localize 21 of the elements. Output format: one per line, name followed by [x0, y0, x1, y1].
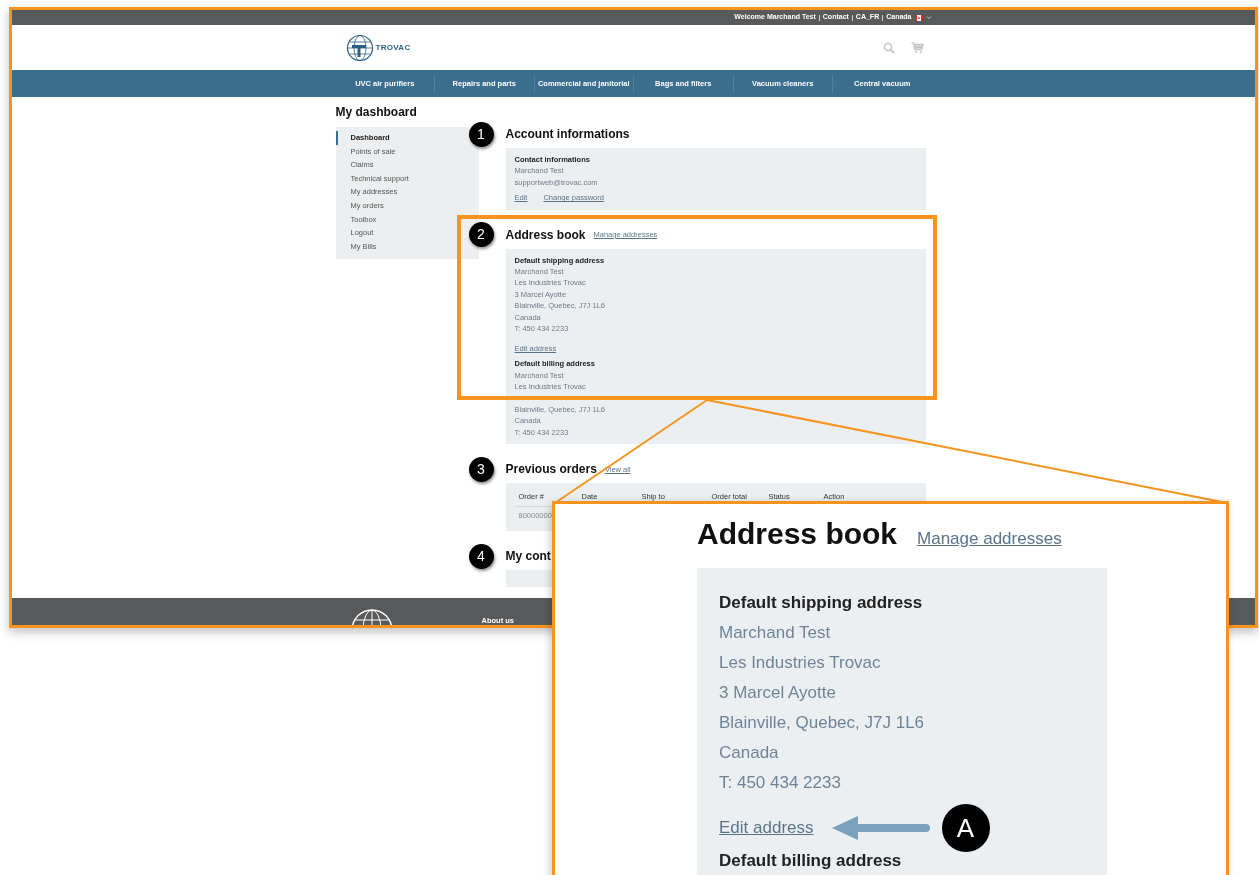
logo[interactable]: TROVAC — [345, 33, 411, 62]
section-title: Address book — [505, 226, 586, 244]
card-heading: Default billing address — [719, 850, 903, 872]
section-link[interactable]: Manage addresses — [917, 526, 1062, 552]
section-title: Account informations — [505, 126, 630, 143]
section-title: Previous orders — [505, 461, 597, 479]
card-heading: Default shipping address — [719, 592, 924, 614]
card-text: Canada — [719, 742, 780, 764]
step-marker: 3 — [468, 456, 494, 482]
page-title: My dashboard — [335, 105, 418, 120]
step-marker: 1 — [468, 121, 494, 147]
card-text: 3 Marcel Ayotte — [719, 682, 837, 704]
step-marker: 4 — [468, 543, 494, 569]
section-title: Address book — [697, 516, 898, 552]
edit-address-link[interactable]: Edit address — [719, 813, 814, 843]
section-title: My cont — [505, 548, 551, 566]
step-marker: A — [941, 804, 990, 852]
card-text: T: 450 434 2233 — [719, 772, 842, 794]
card-text: Les Industries Trovac — [719, 652, 882, 674]
card-text: Blainville, Quebec, J7J 1L6 — [719, 712, 926, 734]
card-text: Marchand Test — [719, 622, 832, 644]
